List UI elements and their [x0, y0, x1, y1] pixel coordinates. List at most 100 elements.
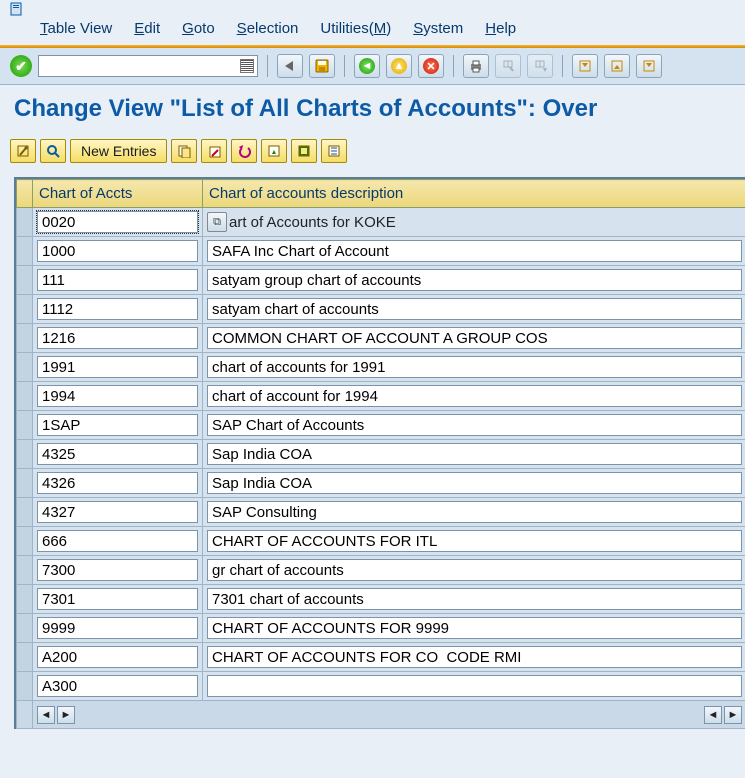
command-history-icon[interactable] — [240, 59, 254, 73]
row-selector[interactable] — [17, 208, 33, 237]
address-button[interactable] — [40, 139, 66, 163]
table-row[interactable] — [17, 440, 745, 469]
cell-code[interactable] — [33, 353, 203, 382]
cell-desc[interactable] — [203, 324, 745, 353]
copy-as-button[interactable] — [171, 139, 197, 163]
nav-back-button[interactable]: ◄ — [354, 54, 380, 78]
code-input[interactable] — [37, 501, 198, 523]
cell-code[interactable] — [33, 237, 203, 266]
row-selector[interactable] — [17, 585, 33, 614]
table-row[interactable] — [17, 643, 745, 672]
cell-code[interactable] — [33, 585, 203, 614]
code-input[interactable] — [37, 298, 198, 320]
row-selector[interactable] — [17, 643, 33, 672]
row-selector[interactable] — [17, 527, 33, 556]
desc-input[interactable] — [207, 356, 742, 378]
menu-utilities[interactable]: Utilities(M) — [320, 20, 391, 37]
deselect-all-button[interactable] — [321, 139, 347, 163]
cell-desc[interactable] — [203, 237, 745, 266]
cell-desc[interactable] — [203, 469, 745, 498]
cell-desc[interactable] — [203, 440, 745, 469]
menu-selection[interactable]: Selection — [237, 20, 299, 37]
code-input[interactable] — [37, 356, 198, 378]
cell-code[interactable] — [33, 266, 203, 295]
command-field[interactable] — [38, 55, 258, 77]
desc-input[interactable] — [207, 617, 742, 639]
row-selector[interactable] — [17, 353, 33, 382]
cell-code[interactable] — [33, 295, 203, 324]
row-selector-header[interactable] — [17, 180, 33, 208]
cell-code[interactable] — [33, 614, 203, 643]
prev-page-button[interactable] — [604, 54, 630, 78]
cell-desc[interactable] — [203, 353, 745, 382]
code-input[interactable] — [37, 559, 198, 581]
desc-input[interactable] — [207, 327, 742, 349]
desc-input[interactable] — [207, 269, 742, 291]
code-input[interactable] — [37, 269, 198, 291]
cell-code[interactable] — [33, 411, 203, 440]
code-input[interactable] — [37, 646, 198, 668]
desc-input[interactable] — [207, 298, 742, 320]
code-input[interactable] — [37, 327, 198, 349]
desc-input[interactable] — [207, 240, 742, 262]
desc-input[interactable] — [207, 530, 742, 552]
menu-goto[interactable]: Goto — [182, 20, 215, 37]
row-selector[interactable] — [17, 411, 33, 440]
cell-code[interactable] — [33, 208, 203, 237]
cell-code[interactable] — [33, 469, 203, 498]
cell-code[interactable] — [33, 527, 203, 556]
cell-desc[interactable] — [203, 295, 745, 324]
row-selector[interactable] — [17, 469, 33, 498]
table-row[interactable] — [17, 556, 745, 585]
nav-exit-button[interactable]: ▲ — [386, 54, 412, 78]
cell-desc[interactable] — [203, 266, 745, 295]
cell-code[interactable] — [33, 498, 203, 527]
table-row[interactable] — [17, 295, 745, 324]
menu-system[interactable]: System — [413, 20, 463, 37]
cell-code[interactable] — [33, 440, 203, 469]
table-row[interactable] — [17, 237, 745, 266]
row-selector[interactable] — [17, 498, 33, 527]
menu-edit[interactable]: Edit — [134, 20, 160, 37]
desc-input[interactable] — [207, 646, 742, 668]
table-row[interactable] — [17, 411, 745, 440]
find-next-button[interactable] — [527, 54, 553, 78]
table-row[interactable] — [17, 469, 745, 498]
row-selector[interactable] — [17, 382, 33, 411]
cell-desc[interactable] — [203, 527, 745, 556]
code-input[interactable] — [37, 617, 198, 639]
cell-code[interactable] — [33, 324, 203, 353]
menu-table-view[interactable]: Table View — [40, 20, 112, 37]
desc-input[interactable] — [207, 385, 742, 407]
enter-button[interactable]: ✔ — [10, 55, 32, 77]
cell-desc[interactable]: ⧉art of Accounts for KOKE — [203, 208, 745, 237]
nav-cancel-button[interactable]: ✕ — [418, 54, 444, 78]
row-selector[interactable] — [17, 237, 33, 266]
table-row[interactable] — [17, 672, 745, 701]
cell-desc[interactable] — [203, 382, 745, 411]
cell-desc[interactable] — [203, 585, 745, 614]
table-row[interactable] — [17, 266, 745, 295]
select-block-button[interactable] — [291, 139, 317, 163]
scroll-right-button[interactable]: ► — [57, 706, 75, 724]
row-selector[interactable] — [17, 672, 33, 701]
code-input[interactable] — [37, 530, 198, 552]
back-button[interactable] — [277, 54, 303, 78]
first-page-button[interactable] — [572, 54, 598, 78]
desc-input[interactable] — [207, 588, 742, 610]
desc-input[interactable] — [207, 675, 742, 697]
code-input[interactable] — [37, 414, 198, 436]
desc-input[interactable] — [207, 414, 742, 436]
table-row[interactable] — [17, 527, 745, 556]
col-header-code[interactable]: Chart of Accts — [33, 180, 203, 208]
table-row[interactable] — [17, 382, 745, 411]
code-input[interactable] — [37, 385, 198, 407]
code-input[interactable] — [37, 675, 198, 697]
code-input[interactable] — [37, 443, 198, 465]
cell-code[interactable] — [33, 643, 203, 672]
code-input[interactable] — [37, 472, 198, 494]
find-button[interactable] — [495, 54, 521, 78]
col-header-desc[interactable]: Chart of accounts description — [203, 180, 745, 208]
row-selector[interactable] — [17, 440, 33, 469]
row-selector[interactable] — [17, 556, 33, 585]
